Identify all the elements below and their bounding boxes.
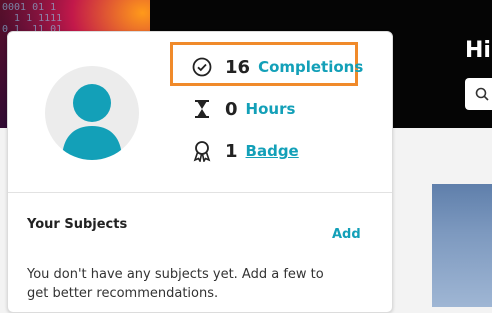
search-box[interactable] <box>465 78 492 110</box>
badge-link[interactable]: Badge <box>246 142 299 160</box>
completions-link[interactable]: Completions <box>258 58 363 76</box>
stat-badge[interactable]: 1 Badge <box>191 140 299 164</box>
badge-count: 1 <box>225 140 238 162</box>
hourglass-icon <box>191 98 213 120</box>
stat-hours[interactable]: 0 Hours <box>191 98 295 120</box>
subjects-empty-message: You don't have any subjects yet. Add a f… <box>27 267 324 301</box>
check-circle-icon <box>191 56 213 78</box>
featured-image <box>432 184 492 307</box>
stat-completions[interactable]: 16 Completions <box>191 56 363 78</box>
add-subject-button[interactable]: Add <box>332 227 361 242</box>
profile-card: 16 Completions 0 Hours 1 Badge Your Subj… <box>7 31 393 313</box>
award-ribbon-icon <box>191 140 213 164</box>
search-icon <box>475 86 489 105</box>
hours-link[interactable]: Hours <box>246 100 296 118</box>
greeting-heading: Hi <box>465 38 491 63</box>
completions-count: 16 <box>225 56 251 78</box>
avatar[interactable] <box>45 66 139 160</box>
hours-count: 0 <box>225 98 238 120</box>
subjects-heading: Your Subjects <box>27 217 128 232</box>
section-divider <box>8 192 392 193</box>
user-silhouette-icon <box>62 84 122 160</box>
